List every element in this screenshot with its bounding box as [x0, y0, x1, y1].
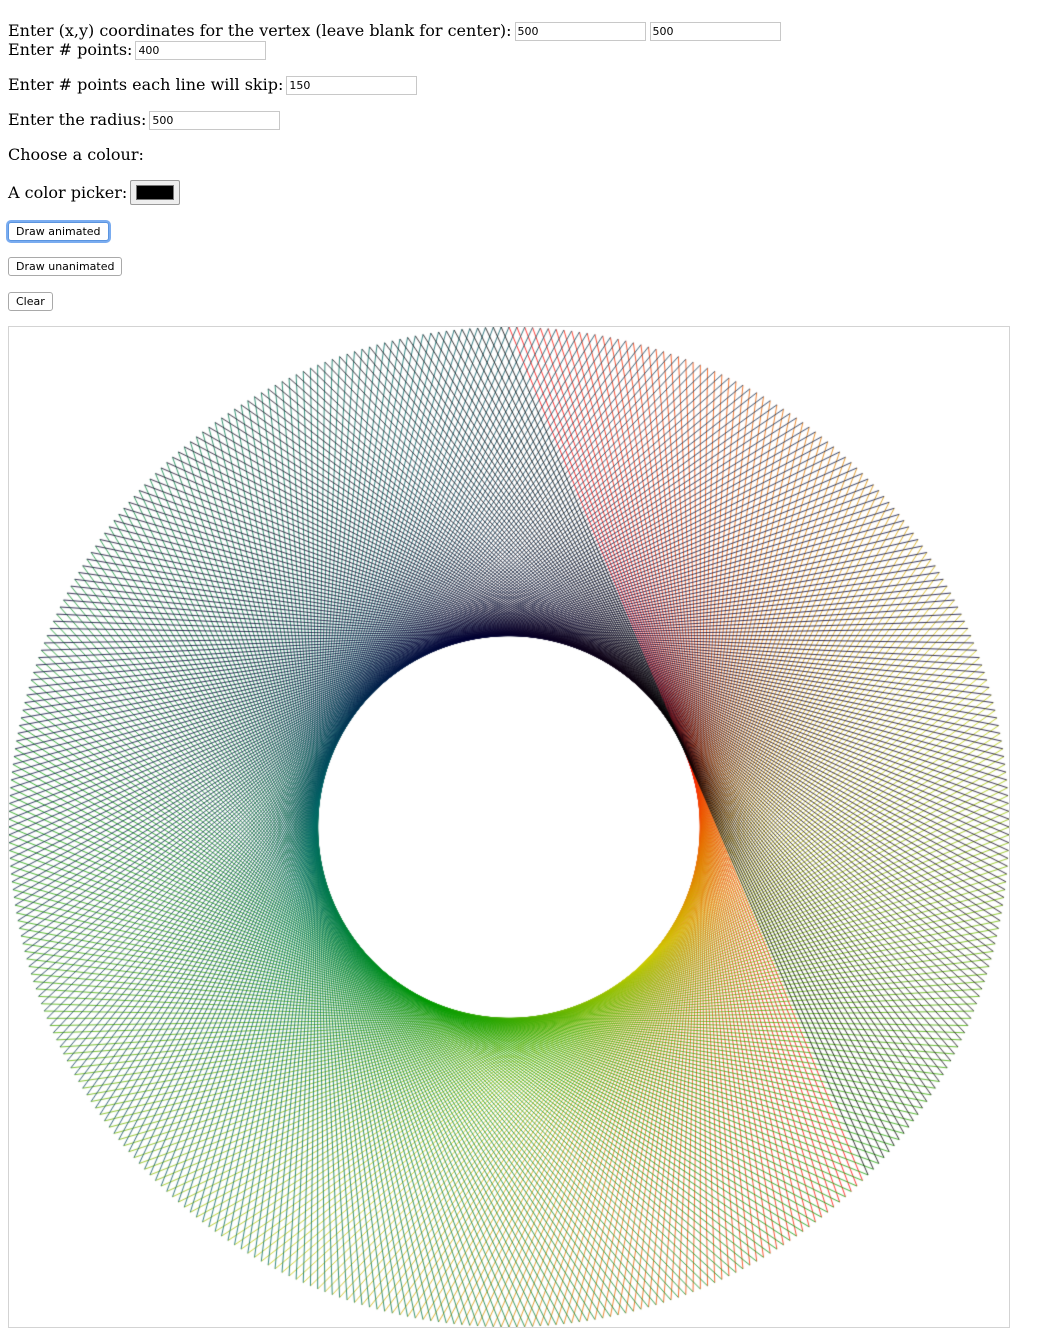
- vertex-row: Enter (x,y) coordinates for the vertex (…: [8, 21, 785, 41]
- skip-input[interactable]: [286, 75, 418, 95]
- picker-row: A color picker:: [8, 180, 181, 205]
- skip-label: Enter # points each line will skip:: [8, 75, 284, 94]
- clear-button[interactable]: Clear: [8, 292, 53, 311]
- radius-label: Enter the radius:: [8, 110, 147, 129]
- drawing-canvas[interactable]: [9, 327, 1009, 1327]
- radius-row: Enter the radius:: [8, 110, 284, 130]
- vertex-x-input[interactable]: [514, 21, 646, 41]
- points-input[interactable]: [135, 40, 267, 60]
- points-label: Enter # points:: [8, 40, 133, 59]
- picker-label: A color picker:: [8, 182, 128, 202]
- vertex-y-input[interactable]: [649, 21, 781, 41]
- points-row: Enter # points:: [8, 40, 270, 60]
- draw-unanimated-button[interactable]: Draw unanimated: [8, 257, 123, 276]
- draw-animated-button[interactable]: Draw animated: [8, 222, 109, 241]
- color-swatch: [136, 185, 175, 200]
- radius-input[interactable]: [149, 110, 281, 130]
- colour-label: Choose a colour:: [8, 145, 144, 164]
- color-picker[interactable]: [130, 180, 181, 205]
- skip-row: Enter # points each line will skip:: [8, 75, 421, 95]
- vertex-label: Enter (x,y) coordinates for the vertex (…: [8, 21, 512, 40]
- drawing-canvas-frame: [8, 326, 1010, 1328]
- colour-row: Choose a colour:: [8, 145, 147, 165]
